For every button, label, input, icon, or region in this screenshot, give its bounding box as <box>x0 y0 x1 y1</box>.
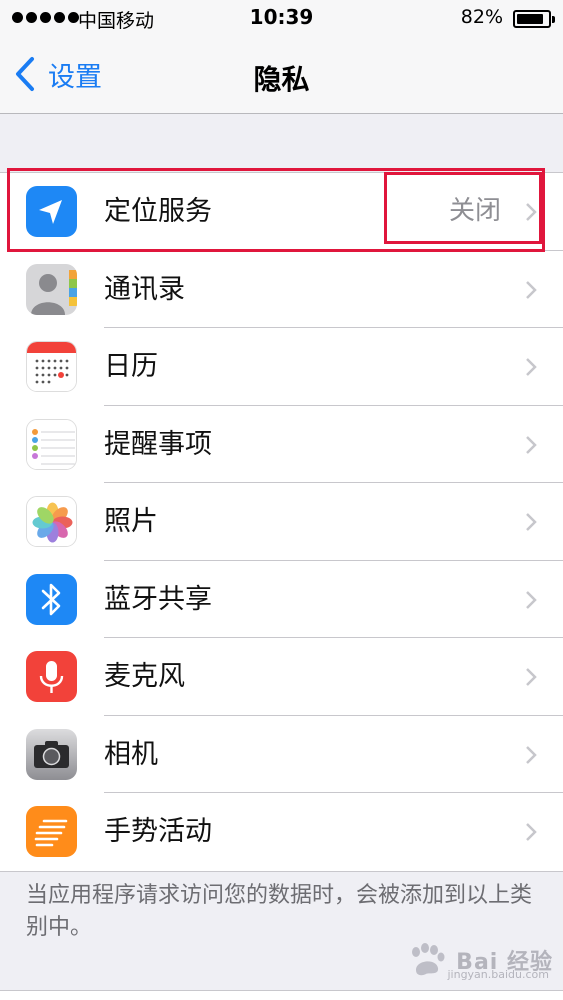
photos-icon <box>26 496 77 547</box>
list-item-camera[interactable]: 相机 <box>0 716 563 793</box>
status-bar: 中国移动 10:39 82% <box>0 0 563 38</box>
list-item-bluetooth-sharing[interactable]: 蓝牙共享 <box>0 561 563 638</box>
list-item-label: 手势活动 <box>104 816 212 847</box>
chevron-right-icon <box>526 435 537 454</box>
chevron-right-icon <box>526 590 537 609</box>
chevron-right-icon <box>526 513 537 531</box>
reminders-icon <box>26 418 77 470</box>
calendar-icon <box>26 341 77 392</box>
microphone-icon <box>26 651 77 702</box>
list-item-label: 照片 <box>104 506 158 537</box>
list-item-contacts[interactable]: 通讯录 <box>0 251 563 328</box>
bluetooth-icon <box>26 573 77 625</box>
chevron-right-icon <box>526 280 537 299</box>
list-item-label: 蓝牙共享 <box>104 583 212 615</box>
list-item-reminders[interactable]: 提醒事项 <box>0 406 563 483</box>
list-item-label: 提醒事项 <box>104 428 212 460</box>
footer-note: 当应用程序请求访问您的数据时，会被添加到以上类别中。 <box>26 883 533 940</box>
next-section-edge <box>0 990 563 1000</box>
chevron-right-icon <box>526 668 537 686</box>
motion-activity-icon <box>26 806 77 857</box>
chevron-right-icon <box>526 823 537 841</box>
list-item-label: 相机 <box>104 738 158 770</box>
battery-icon <box>513 10 555 28</box>
privacy-list: 定位服务 关闭 通讯录 日历 提醒事项 照片 蓝牙共享 麦克风 相机 手势活动 <box>0 172 563 872</box>
chevron-right-icon <box>526 358 537 376</box>
list-item-label: 通讯录 <box>104 273 185 305</box>
watermark-site: jingyan.baidu.com <box>447 968 549 981</box>
highlight-box-value <box>384 172 542 244</box>
navigation-bar: 设置 隐私 <box>0 38 563 114</box>
camera-icon <box>26 728 77 780</box>
list-item-microphone[interactable]: 麦克风 <box>0 638 563 716</box>
list-item-motion-activity[interactable]: 手势活动 <box>0 793 563 871</box>
list-item-label: 日历 <box>104 351 158 382</box>
list-item-calendar[interactable]: 日历 <box>0 328 563 406</box>
page-title: 隐私 <box>253 63 310 96</box>
battery-percent: 82% <box>460 6 503 28</box>
paw-logo-icon <box>412 943 445 976</box>
list-item-photos[interactable]: 照片 <box>0 483 563 561</box>
contacts-icon <box>26 263 77 315</box>
baidu-watermark: Bai 经验 jingyan.baidu.com <box>406 942 553 981</box>
chevron-right-icon <box>526 745 537 764</box>
list-item-label: 麦克风 <box>104 661 185 692</box>
